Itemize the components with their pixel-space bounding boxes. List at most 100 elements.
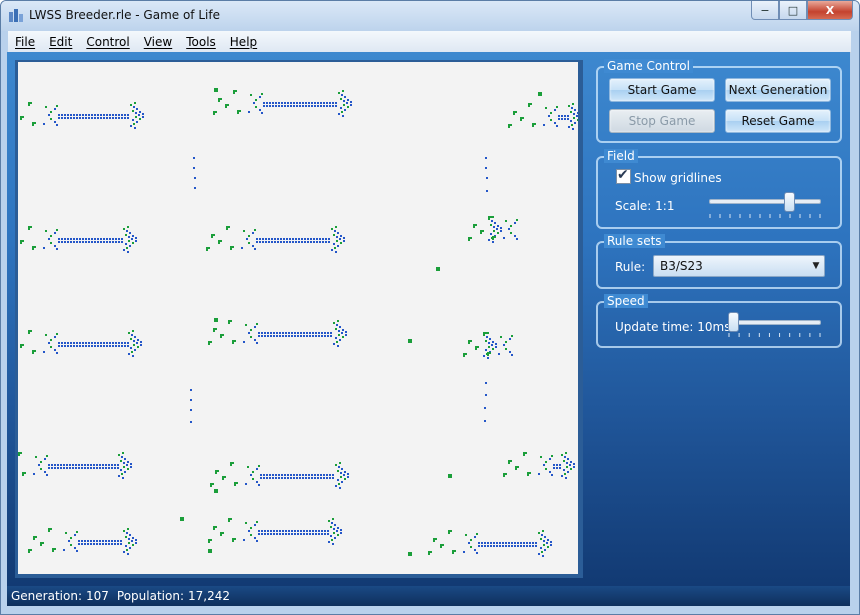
live-cell bbox=[283, 241, 285, 243]
live-cell bbox=[70, 117, 72, 119]
menu-view[interactable]: View bbox=[137, 35, 179, 49]
live-cell bbox=[483, 332, 485, 334]
live-cell bbox=[93, 467, 95, 469]
live-cell bbox=[87, 543, 89, 545]
menu-help[interactable]: Help bbox=[223, 35, 264, 49]
live-cell bbox=[548, 115, 550, 117]
menu-tools[interactable]: Tools bbox=[179, 35, 223, 49]
live-cell bbox=[28, 332, 30, 334]
live-cell bbox=[322, 241, 324, 243]
live-cell bbox=[306, 332, 308, 334]
live-cell bbox=[347, 106, 349, 108]
live-cell bbox=[88, 117, 90, 119]
live-cell bbox=[118, 345, 120, 347]
live-cell bbox=[246, 238, 248, 240]
live-cell bbox=[266, 105, 268, 107]
live-cell bbox=[564, 115, 566, 117]
live-cell bbox=[311, 474, 313, 476]
menu-control[interactable]: Control bbox=[79, 35, 136, 49]
live-cell bbox=[561, 475, 563, 477]
show-gridlines-checkbox[interactable] bbox=[616, 167, 631, 184]
live-cell bbox=[340, 242, 342, 244]
live-cell bbox=[52, 548, 54, 550]
live-cell bbox=[305, 474, 307, 476]
live-cell bbox=[511, 335, 513, 337]
live-cell bbox=[82, 342, 84, 344]
live-cell bbox=[308, 105, 310, 107]
live-cell bbox=[520, 542, 522, 544]
live-cell bbox=[285, 530, 287, 532]
live-cell bbox=[289, 238, 291, 240]
menu-edit[interactable]: Edit bbox=[42, 35, 79, 49]
live-cell bbox=[325, 241, 327, 243]
live-cell bbox=[299, 102, 301, 104]
speed-slider-thumb[interactable] bbox=[728, 312, 739, 332]
live-cell bbox=[182, 517, 184, 519]
live-cell bbox=[543, 464, 545, 466]
live-cell bbox=[235, 90, 237, 92]
live-cell bbox=[103, 342, 105, 344]
live-cell bbox=[256, 540, 258, 542]
live-cell bbox=[301, 238, 303, 240]
reset-game-button[interactable]: Reset Game bbox=[725, 109, 831, 133]
speed-slider-track[interactable] bbox=[728, 320, 821, 325]
live-cell bbox=[129, 232, 131, 234]
live-cell bbox=[85, 114, 87, 116]
scale-slider-track[interactable] bbox=[709, 199, 821, 204]
live-cell bbox=[252, 471, 254, 473]
live-cell bbox=[215, 472, 217, 474]
live-cell bbox=[324, 335, 326, 337]
live-cell bbox=[336, 341, 338, 343]
live-cell bbox=[103, 345, 105, 347]
live-cell bbox=[554, 109, 556, 111]
live-cell bbox=[97, 342, 99, 344]
live-cell bbox=[117, 467, 119, 469]
live-cell bbox=[494, 236, 496, 238]
live-cell bbox=[314, 477, 316, 479]
live-cell bbox=[255, 106, 257, 108]
live-cell bbox=[291, 533, 293, 535]
live-cell bbox=[75, 464, 77, 466]
game-board[interactable] bbox=[18, 62, 578, 574]
live-cell bbox=[30, 330, 32, 332]
live-cell bbox=[140, 341, 142, 343]
live-cell bbox=[87, 467, 89, 469]
stop-game-button[interactable]: Stop Game bbox=[609, 109, 715, 133]
live-cell bbox=[126, 230, 128, 232]
live-cell bbox=[470, 539, 472, 541]
live-cell bbox=[112, 345, 114, 347]
live-cell bbox=[127, 345, 129, 347]
live-cell bbox=[296, 102, 298, 104]
live-cell bbox=[532, 542, 534, 544]
live-cell bbox=[112, 117, 114, 119]
live-cell bbox=[115, 241, 117, 243]
live-cell bbox=[515, 468, 517, 470]
live-cell bbox=[132, 537, 134, 539]
live-cell bbox=[234, 340, 236, 342]
live-cell bbox=[108, 467, 110, 469]
live-cell bbox=[54, 121, 56, 123]
live-cell bbox=[96, 543, 98, 545]
live-cell bbox=[129, 245, 131, 247]
menu-file[interactable]: File bbox=[8, 35, 42, 49]
live-cell bbox=[32, 352, 34, 354]
live-cell bbox=[263, 105, 265, 107]
live-cell bbox=[511, 545, 513, 547]
live-cell bbox=[276, 335, 278, 337]
live-cell bbox=[222, 476, 224, 478]
live-cell bbox=[454, 550, 456, 552]
live-cell bbox=[216, 489, 218, 491]
live-cell bbox=[291, 332, 293, 334]
next-generation-button[interactable]: Next Generation bbox=[725, 78, 831, 102]
live-cell bbox=[294, 332, 296, 334]
minimize-button[interactable]: − bbox=[751, 1, 779, 20]
start-game-button[interactable]: Start Game bbox=[609, 78, 715, 102]
live-cell bbox=[316, 238, 318, 240]
maximize-button[interactable]: □ bbox=[779, 1, 807, 20]
rule-select[interactable]: B3/S23 ▼ bbox=[653, 255, 825, 277]
close-button[interactable]: X bbox=[807, 1, 853, 20]
scale-slider-thumb[interactable] bbox=[784, 192, 795, 212]
live-cell bbox=[263, 474, 265, 476]
live-cell bbox=[556, 467, 558, 469]
live-cell bbox=[450, 476, 452, 478]
